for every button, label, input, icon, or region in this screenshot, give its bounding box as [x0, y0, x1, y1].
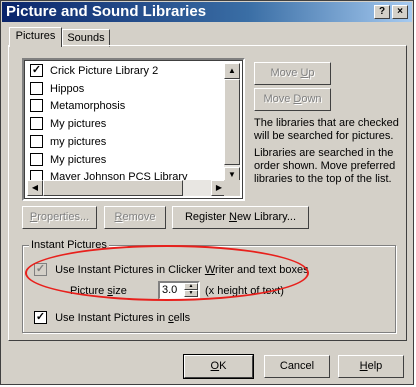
spin-up-icon[interactable]: ▲ — [184, 283, 198, 290]
list-item[interactable]: My pictures — [30, 152, 106, 168]
scroll-thumb[interactable] — [224, 79, 240, 165]
ok-button[interactable]: OK — [183, 354, 254, 379]
library-checkbox[interactable] — [30, 152, 43, 166]
instant-pictures-group-title: Instant Pictures — [29, 238, 109, 252]
scroll-left-icon[interactable]: ◀ — [27, 180, 43, 196]
scroll-up-icon[interactable]: ▲ — [224, 63, 240, 79]
window-title: Picture and Sound Libraries — [6, 3, 207, 20]
remove-button[interactable]: Remove — [104, 206, 166, 229]
library-list[interactable]: ✓ Crick Picture Library 2 Hippos Metamorp… — [22, 58, 245, 201]
use-instant-pictures-writer-checkbox[interactable]: ✓ — [34, 262, 47, 276]
spin-down-icon[interactable]: ▼ — [184, 290, 198, 297]
use-instant-pictures-cells-label: Use Instant Pictures in cells — [55, 312, 191, 324]
picture-size-label: Picture size — [70, 285, 127, 297]
move-down-button[interactable]: Move Down — [254, 88, 331, 111]
register-new-library-button[interactable]: Register New Library... — [172, 206, 309, 229]
picture-size-value[interactable]: 3.0 — [162, 283, 177, 298]
library-checkbox[interactable] — [30, 81, 43, 95]
horizontal-scrollbar[interactable]: ◀ ▶ — [27, 180, 227, 196]
close-title-button[interactable]: × — [392, 5, 408, 19]
picture-sound-libraries-dialog: Picture and Sound Libraries ? × Pictures… — [0, 0, 414, 385]
tab-pictures[interactable]: Pictures — [9, 27, 62, 47]
cancel-button[interactable]: Cancel — [264, 355, 330, 378]
vertical-scrollbar[interactable]: ▲ ▼ — [224, 63, 240, 183]
library-label: Crick Picture Library 2 — [50, 65, 159, 77]
use-instant-pictures-cells-checkbox[interactable]: ✓ — [34, 310, 47, 324]
scroll-thumb[interactable] — [43, 180, 183, 196]
use-instant-pictures-writer-label: Use Instant Pictures in Clicker Writer a… — [55, 264, 309, 276]
library-checkbox[interactable] — [30, 98, 43, 112]
info-order-text: Libraries are searched in the order show… — [254, 147, 396, 185]
library-checkbox[interactable] — [30, 116, 43, 130]
library-label: My pictures — [50, 118, 107, 130]
list-item[interactable]: Metamorphosis — [30, 98, 125, 114]
list-item[interactable]: Hippos — [30, 81, 84, 97]
use-instant-pictures-cells-option[interactable]: ✓ Use Instant Pictures in cells — [34, 310, 190, 326]
library-label: Metamorphosis — [50, 100, 126, 112]
use-instant-pictures-writer-option[interactable]: ✓ Use Instant Pictures in Clicker Writer… — [34, 262, 309, 278]
properties-button[interactable]: Properties... — [22, 206, 97, 229]
move-up-button[interactable]: Move Up — [254, 62, 331, 85]
library-checkbox[interactable]: ✓ — [30, 63, 43, 77]
picture-size-spinner[interactable]: 3.0 ▲ ▼ — [158, 281, 200, 300]
info-checked-text: The libraries that are checked will be s… — [254, 117, 399, 142]
title-bar[interactable]: Picture and Sound Libraries ? × — [2, 2, 412, 22]
library-label: My pictures — [50, 154, 107, 166]
list-item[interactable]: My pictures — [30, 116, 106, 132]
library-label: my pictures — [50, 136, 107, 148]
library-label: Hippos — [50, 83, 85, 95]
list-item[interactable]: my pictures — [30, 134, 106, 150]
library-checkbox[interactable] — [30, 134, 43, 148]
scroll-corner — [224, 180, 240, 196]
help-button[interactable]: Help — [338, 355, 404, 378]
help-title-button[interactable]: ? — [374, 5, 390, 19]
picture-size-unit: (x height of text) — [205, 285, 284, 297]
list-item[interactable]: ✓ Crick Picture Library 2 — [30, 63, 158, 79]
